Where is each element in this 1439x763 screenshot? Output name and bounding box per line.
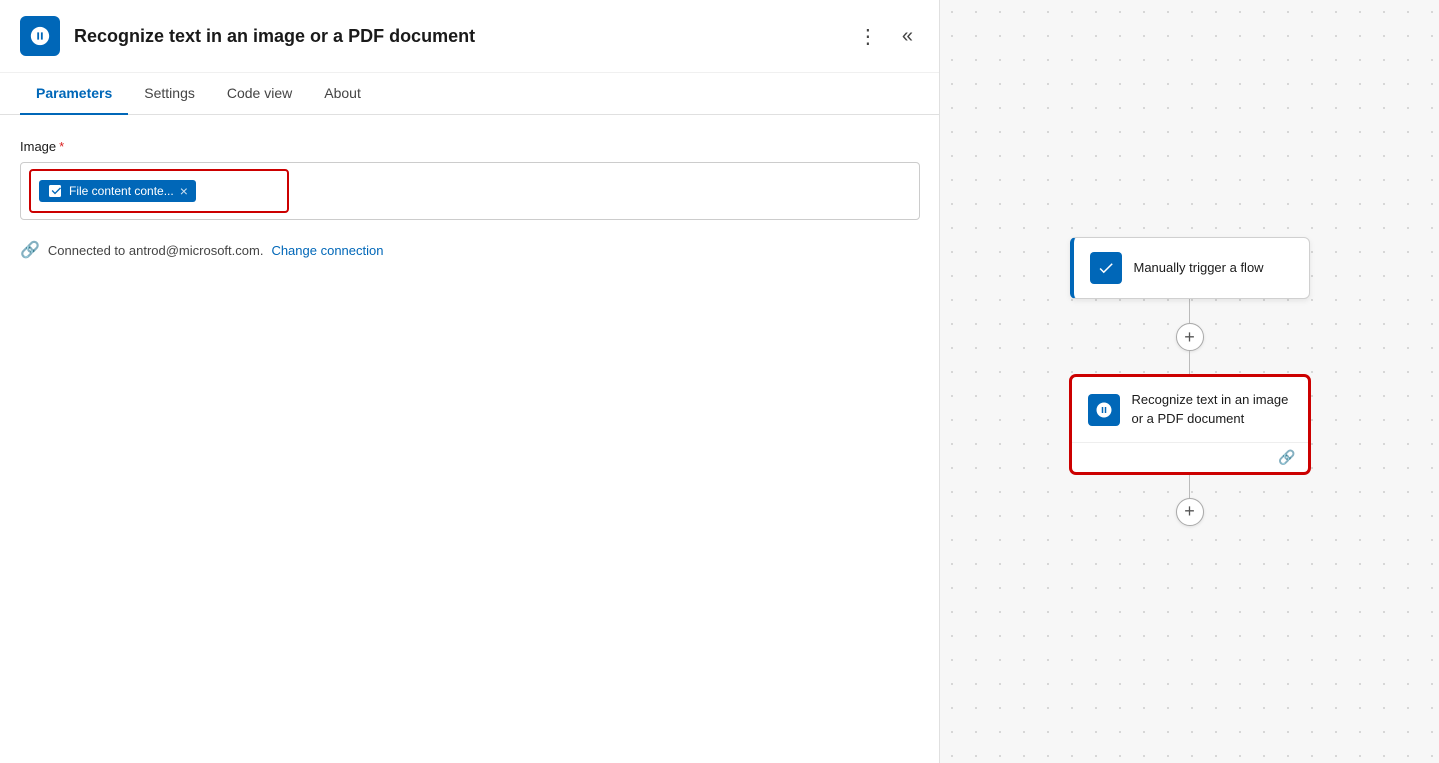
recognize-node-label: Recognize text in an image or a PDF docu… [1132, 391, 1292, 427]
connector-1: + [1176, 299, 1204, 375]
image-tag-box[interactable]: File content conte... × [29, 169, 289, 213]
tab-about[interactable]: About [308, 73, 377, 115]
more-options-button[interactable]: ⋮ [852, 20, 884, 53]
panel-title: Recognize text in an image or a PDF docu… [74, 26, 838, 47]
tab-code-view[interactable]: Code view [211, 73, 308, 115]
add-step-button-1[interactable]: + [1176, 323, 1204, 351]
tag-close-button[interactable]: × [180, 184, 188, 198]
file-content-tag[interactable]: File content conte... × [39, 180, 196, 202]
image-field-group: Image * File content conte... × [20, 139, 919, 220]
trigger-node-icon [1090, 252, 1122, 284]
image-input-area[interactable]: File content conte... × [20, 162, 920, 220]
recognize-icon [1095, 401, 1113, 419]
tag-icon [47, 183, 63, 199]
right-panel: Manually trigger a flow + Recognize tex [940, 0, 1439, 763]
change-connection-link[interactable]: Change connection [271, 243, 383, 258]
panel-icon [20, 16, 60, 56]
add-step-button-2[interactable]: + [1176, 498, 1204, 526]
canvas-area: Manually trigger a flow + Recognize tex [940, 0, 1439, 763]
trigger-node-label: Manually trigger a flow [1134, 259, 1264, 277]
tab-parameters[interactable]: Parameters [20, 73, 128, 115]
left-panel: Recognize text in an image or a PDF docu… [0, 0, 940, 763]
flow-container: Manually trigger a flow + Recognize tex [1070, 237, 1310, 525]
tabs-bar: Parameters Settings Code view About [0, 73, 939, 115]
trigger-icon [1097, 259, 1115, 277]
trigger-node[interactable]: Manually trigger a flow [1070, 237, 1310, 299]
ocr-icon [29, 25, 51, 47]
panel-header: Recognize text in an image or a PDF docu… [0, 0, 939, 73]
connection-text: Connected to antrod@microsoft.com. [48, 243, 264, 258]
image-label: Image * [20, 139, 919, 154]
link-icon: 🔗 [20, 240, 40, 260]
connector-2: + [1176, 474, 1204, 526]
required-star: * [59, 139, 64, 154]
header-actions: ⋮ « [852, 20, 919, 53]
tag-text: File content conte... [69, 184, 174, 198]
recognize-node-icon [1088, 394, 1120, 426]
panel-body: Image * File content conte... × [0, 115, 939, 763]
tab-settings[interactable]: Settings [128, 73, 211, 115]
collapse-button[interactable]: « [896, 21, 919, 52]
recognize-node-footer: 🔗 [1072, 442, 1308, 472]
connection-row: 🔗 Connected to antrod@microsoft.com. Cha… [20, 240, 919, 260]
recognize-node[interactable]: Recognize text in an image or a PDF docu… [1070, 375, 1310, 473]
node-link-icon: 🔗 [1278, 449, 1295, 466]
